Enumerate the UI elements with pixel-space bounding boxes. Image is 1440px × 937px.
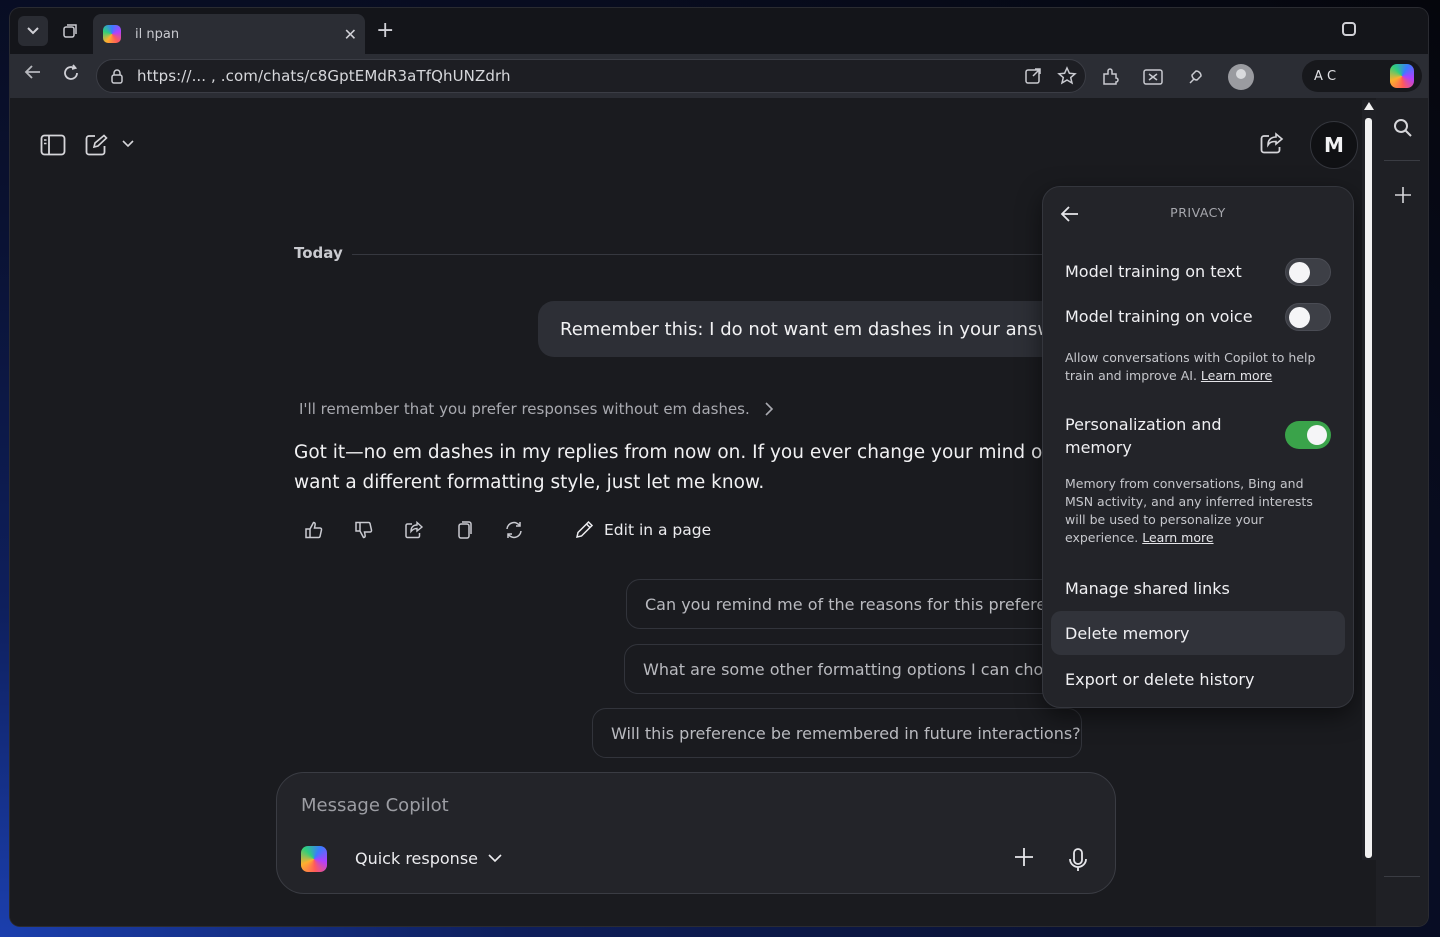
lock-icon[interactable] xyxy=(109,68,125,84)
suggestion-chip[interactable]: Can you remind me of the reasons for thi… xyxy=(626,579,1096,629)
screenshot-icon[interactable] xyxy=(1142,67,1164,87)
toggle-sidebar-button[interactable] xyxy=(40,134,66,156)
new-chat-options-button[interactable] xyxy=(122,140,134,148)
close-tab-icon[interactable]: ✕ xyxy=(344,25,357,44)
model-training-voice-label: Model training on voice xyxy=(1065,307,1253,326)
training-description: Allow conversations with Copilot to help… xyxy=(1065,349,1335,385)
model-training-text-toggle[interactable] xyxy=(1285,258,1331,286)
memory-description: Memory from conversations, Bing and MSN … xyxy=(1065,475,1335,547)
privacy-settings-panel: PRIVACY Model training on text Model tra… xyxy=(1042,186,1354,708)
tab-strip: il npan ✕ + xyxy=(10,8,1428,54)
browser-window: il npan ✕ + https://... , .com/chats/c8G… xyxy=(10,8,1428,926)
browser-toolbar: https://... , .com/chats/c8GptEMdR3aTfQh… xyxy=(10,54,1428,98)
refresh-icon xyxy=(64,64,78,80)
personalization-label-line2: memory xyxy=(1065,438,1132,457)
regenerate-icon[interactable] xyxy=(504,520,524,540)
add-attachment-button[interactable] xyxy=(1013,845,1035,873)
user-message-bubble: Remember this: I do not want em dashes i… xyxy=(538,301,1098,357)
reply-actions: Edit in a page xyxy=(304,520,711,540)
message-composer[interactable]: Message Copilot Quick response xyxy=(276,772,1116,894)
panel-title: PRIVACY xyxy=(1170,205,1226,220)
back-button[interactable] xyxy=(24,64,42,85)
suggestion-chip[interactable]: What are some other formatting options I… xyxy=(624,644,1096,694)
page-scrollbar[interactable] xyxy=(1362,100,1376,860)
training-description-text: Allow conversations with Copilot to help… xyxy=(1065,350,1316,383)
share-icon xyxy=(1260,132,1284,154)
assistant-reply-text: Got it—no em dashes in my replies from n… xyxy=(294,442,1050,493)
chevron-down-icon xyxy=(122,140,134,148)
personalization-memory-toggle[interactable] xyxy=(1285,421,1331,449)
share-conversation-button[interactable] xyxy=(1260,132,1284,154)
new-chat-button[interactable] xyxy=(85,134,109,156)
reload-button[interactable] xyxy=(62,64,80,82)
arrow-left-icon xyxy=(24,65,40,79)
chevron-down-icon xyxy=(27,27,39,35)
share-icon[interactable] xyxy=(404,520,424,540)
plus-icon xyxy=(1015,848,1033,866)
plus-icon xyxy=(1395,187,1411,203)
url-text[interactable]: https://... , .com/chats/c8GptEMdR3aTfQh… xyxy=(137,67,511,85)
copilot-logo-icon xyxy=(301,846,327,872)
open-in-app-icon[interactable] xyxy=(1023,66,1043,86)
side-panel-divider xyxy=(1384,876,1420,877)
learn-more-link[interactable]: Learn more xyxy=(1142,530,1213,545)
response-mode-dropdown[interactable]: Quick response xyxy=(355,849,502,868)
address-bar[interactable]: https://... , .com/chats/c8GptEMdR3aTfQh… xyxy=(96,59,1086,93)
copilot-favicon-icon xyxy=(103,25,121,43)
user-avatar[interactable]: M xyxy=(1310,121,1358,169)
learn-more-link[interactable]: Learn more xyxy=(1201,368,1272,383)
date-divider-label: Today xyxy=(294,244,343,262)
profile-pill-button[interactable]: A C xyxy=(1302,60,1422,92)
suggestion-text: What are some other formatting options I… xyxy=(643,659,1080,679)
workspaces-icon[interactable] xyxy=(58,19,82,43)
browser-side-panel xyxy=(1376,98,1428,926)
edit-in-page-label: Edit in a page xyxy=(604,521,712,539)
copilot-logo-icon[interactable] xyxy=(1390,64,1414,88)
copy-icon[interactable] xyxy=(454,520,474,540)
extensions-icon[interactable] xyxy=(1100,67,1120,87)
memory-update-note[interactable]: I'll remember that you prefer responses … xyxy=(299,400,774,418)
memory-note-text: I'll remember that you prefer responses … xyxy=(299,400,750,418)
thumbs-up-icon[interactable] xyxy=(304,520,324,540)
delete-memory-item[interactable]: Delete memory xyxy=(1051,611,1345,655)
user-message-text: Remember this: I do not want em dashes i… xyxy=(560,318,1080,340)
suggestion-chip[interactable]: Will this preference be remembered in fu… xyxy=(592,708,1082,758)
edit-in-page-button[interactable]: Edit in a page xyxy=(574,520,711,540)
search-icon[interactable] xyxy=(1393,118,1413,138)
profile-name: A C xyxy=(1314,68,1337,84)
tab-actions-menu-button[interactable] xyxy=(18,16,48,46)
sidebar-icon xyxy=(40,134,66,156)
edit-page-icon xyxy=(576,520,594,538)
copilot-main: M Today Remember this: I do not want em … xyxy=(10,98,1366,926)
tab-title: il npan xyxy=(135,26,180,42)
suggestion-text: Will this preference be remembered in fu… xyxy=(611,723,1081,743)
add-side-panel-app-button[interactable] xyxy=(1394,184,1412,208)
new-tab-button[interactable]: + xyxy=(376,20,394,42)
side-panel-divider xyxy=(1384,160,1420,161)
export-delete-history-item[interactable]: Export or delete history xyxy=(1051,657,1345,701)
compose-icon xyxy=(85,134,108,156)
suggestion-text: Can you remind me of the reasons for thi… xyxy=(645,594,1084,614)
response-mode-label: Quick response xyxy=(355,849,478,868)
personalization-label-line1: Personalization and xyxy=(1065,415,1222,434)
scrollbar-thumb[interactable] xyxy=(1365,118,1372,858)
read-aloud-icon[interactable] xyxy=(1186,67,1206,87)
window-restore-icon[interactable] xyxy=(1342,22,1356,36)
chevron-down-icon xyxy=(488,854,502,863)
thumbs-down-icon[interactable] xyxy=(354,520,374,540)
active-tab[interactable]: il npan ✕ xyxy=(93,14,365,54)
message-input[interactable]: Message Copilot xyxy=(301,795,449,816)
personalization-label: Personalization and memory xyxy=(1065,413,1222,459)
chevron-right-icon xyxy=(765,402,773,416)
favorite-star-icon[interactable] xyxy=(1057,66,1077,86)
microphone-icon[interactable] xyxy=(1067,847,1089,873)
model-training-text-label: Model training on text xyxy=(1065,262,1242,281)
model-training-voice-toggle[interactable] xyxy=(1285,303,1331,331)
date-divider-line xyxy=(352,254,1052,255)
profile-avatar[interactable] xyxy=(1228,64,1254,90)
manage-shared-links-item[interactable]: Manage shared links xyxy=(1051,566,1345,610)
scroll-up-arrow-icon[interactable] xyxy=(1364,102,1374,110)
